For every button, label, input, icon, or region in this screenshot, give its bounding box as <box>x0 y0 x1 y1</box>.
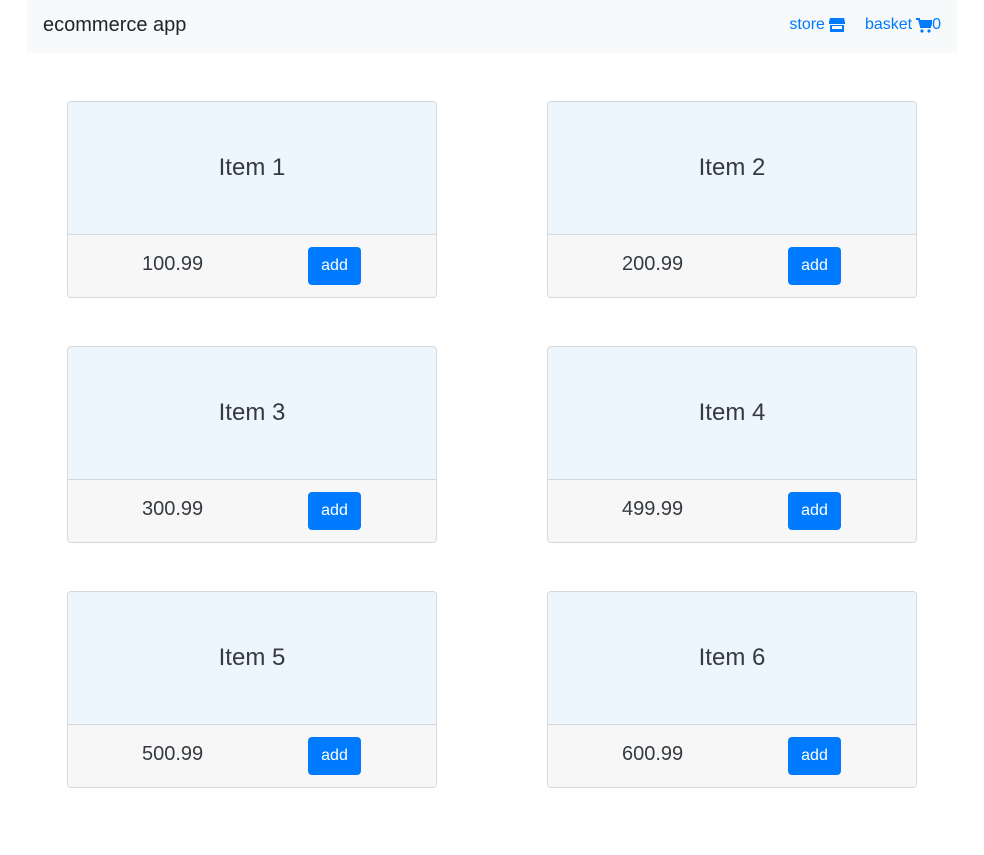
nav-links: store basket 0 <box>789 16 941 34</box>
product-card: Item 6 600.99 add <box>547 591 917 788</box>
product-card: Item 1 100.99 add <box>67 101 437 298</box>
product-footer: 100.99 add <box>68 235 436 297</box>
add-button[interactable]: add <box>788 247 841 285</box>
add-button[interactable]: add <box>308 247 361 285</box>
product-name: Item 3 <box>68 347 436 480</box>
basket-link-label: basket <box>864 16 913 33</box>
brand-link[interactable]: ecommerce app <box>43 14 186 37</box>
product-price: 200.99 <box>622 253 684 275</box>
add-button[interactable]: add <box>308 737 361 775</box>
product-price: 500.99 <box>142 743 204 765</box>
product-card: Item 4 499.99 add <box>547 346 917 543</box>
product-price: 600.99 <box>622 743 684 765</box>
product-grid: Item 1 100.99 add Item 2 200.99 add Item… <box>67 101 917 788</box>
product-price: 100.99 <box>142 253 204 275</box>
product-price: 300.99 <box>142 498 204 520</box>
product-name: Item 6 <box>548 592 916 725</box>
add-button[interactable]: add <box>788 737 841 775</box>
cart-icon <box>916 17 933 33</box>
product-name: Item 4 <box>548 347 916 480</box>
store-link-label: store <box>789 16 825 33</box>
navbar: ecommerce app store basket 0 <box>27 0 957 53</box>
product-price: 499.99 <box>622 498 684 520</box>
product-footer: 300.99 add <box>68 480 436 542</box>
product-footer: 600.99 add <box>548 725 916 787</box>
product-card: Item 3 300.99 add <box>67 346 437 543</box>
product-footer: 499.99 add <box>548 480 916 542</box>
product-footer: 500.99 add <box>68 725 436 787</box>
add-button[interactable]: add <box>308 492 361 530</box>
product-card: Item 5 500.99 add <box>67 591 437 788</box>
product-name: Item 2 <box>548 102 916 235</box>
store-icon <box>828 18 845 32</box>
basket-count: 0 <box>932 16 941 33</box>
product-footer: 200.99 add <box>548 235 916 297</box>
product-card: Item 2 200.99 add <box>547 101 917 298</box>
add-button[interactable]: add <box>788 492 841 530</box>
basket-link[interactable]: basket 0 <box>865 16 941 34</box>
store-link[interactable]: store <box>789 16 845 34</box>
product-name: Item 1 <box>68 102 436 235</box>
product-name: Item 5 <box>68 592 436 725</box>
